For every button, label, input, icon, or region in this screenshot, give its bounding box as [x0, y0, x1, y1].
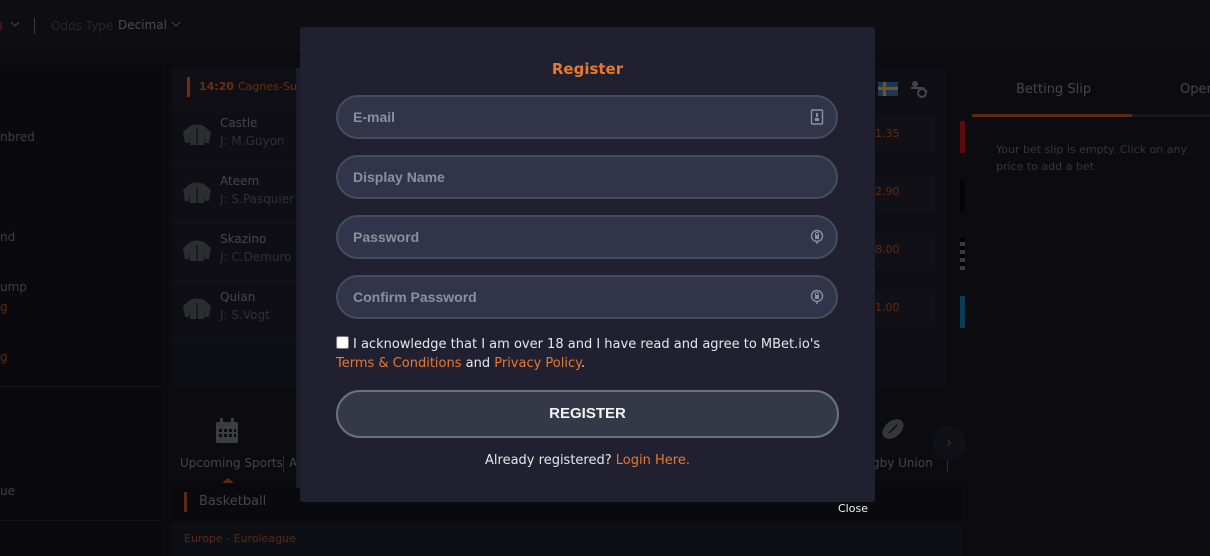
runner-jockey: J: M.Guyon: [220, 134, 285, 148]
tab-open-bets[interactable]: Open: [1180, 82, 1210, 97]
consent-text: I acknowledge that I am over 18 and I ha…: [353, 337, 821, 352]
language-flag-fragment: [0, 22, 2, 30]
league-row[interactable]: Europe - Euroleague: [172, 523, 962, 556]
active-tab-caret: [222, 478, 234, 483]
sidebar-item[interactable]: ump: [0, 280, 27, 294]
odds-value: 2.90: [875, 185, 900, 198]
odds-value: 1.00: [875, 301, 900, 314]
display-name-input[interactable]: [338, 157, 836, 197]
modal-title: Register: [551, 60, 624, 78]
topbar-divider: [34, 18, 35, 34]
jockey-icon: [909, 80, 931, 98]
runner-jockey: J: C.Demuro: [220, 250, 292, 264]
consent-period: .: [580, 356, 586, 371]
rugby-ball-icon: [882, 419, 904, 439]
close-button[interactable]: Close: [838, 502, 868, 515]
consent-checkbox[interactable]: [336, 336, 349, 349]
lock-icon[interactable]: [810, 229, 824, 245]
empty-slip-message: Your bet slip is empty. Click on any pri…: [996, 143, 1187, 173]
tab-upcoming-sports[interactable]: Upcoming Sports: [180, 456, 283, 470]
password-input[interactable]: [338, 217, 836, 257]
lock-icon[interactable]: [810, 289, 824, 305]
sidebar-divider: [0, 520, 162, 521]
tab-divider: [283, 456, 284, 472]
odds-value: 1.35: [875, 127, 900, 140]
race-card: 14:20 Cagnes-Sur- Castle J: M.Guyon Atee…: [172, 68, 305, 386]
tab-betting-slip[interactable]: Betting Slip: [1016, 82, 1091, 97]
id-card-icon: [810, 109, 824, 125]
runner-row: Ateem J: S.Pasquier: [172, 166, 302, 223]
race-venue[interactable]: Cagnes-Sur-: [238, 80, 305, 93]
privacy-policy-link[interactable]: Privacy Policy: [494, 356, 581, 371]
section-title: Basketball: [199, 494, 267, 509]
jockey-silk-icon: [183, 182, 211, 203]
already-registered-text: Already registered?: [485, 453, 612, 468]
runner-color-stripe: [960, 121, 965, 153]
sidebar-item-badge: g: [0, 350, 8, 364]
consent-and: and: [461, 356, 495, 371]
runner-color-stripe: [960, 238, 965, 270]
email-input[interactable]: [338, 97, 836, 137]
section-accent-bar: [184, 492, 187, 512]
sidebar-item[interactable]: ue: [0, 484, 15, 498]
register-button[interactable]: REGISTER: [336, 390, 839, 438]
runner-jockey: J: S.Vogt: [220, 308, 270, 322]
confirm-password-field[interactable]: [336, 275, 838, 319]
login-link[interactable]: Login Here.: [616, 453, 690, 468]
runner-row: Castle J: M.Guyon: [172, 108, 302, 165]
display-name-field[interactable]: [336, 155, 838, 199]
sidebar-item-badge: g: [0, 300, 8, 314]
betting-slip-panel: Betting Slip Open Your bet slip is empty…: [972, 66, 1210, 200]
confirm-password-input[interactable]: [338, 277, 836, 317]
sports-sidebar: nbred nd ump g g ue: [0, 66, 162, 556]
odds-type-label: Odds Type: [51, 19, 114, 33]
runner-jockey: J: S.Pasquier: [220, 192, 295, 206]
runner-name: Castle: [220, 116, 258, 130]
odds-button[interactable]: 1.35: [875, 118, 935, 152]
next-arrow-button[interactable]: ›: [932, 426, 966, 460]
runner-color-stripe: [960, 296, 965, 328]
sweden-flag-icon: [878, 82, 898, 96]
email-field[interactable]: [336, 95, 838, 139]
odds-button[interactable]: 2.90: [875, 176, 935, 210]
calendar-icon: [216, 418, 238, 443]
race-card-odds: 1.35 2.90 8.00 1.00: [875, 68, 947, 386]
odds-type-select[interactable]: Decimal: [118, 18, 167, 32]
age-terms-consent: I acknowledge that I am over 18 and I ha…: [336, 335, 836, 373]
odds-value: 8.00: [875, 243, 900, 256]
league-name: Europe - Euroleague: [184, 532, 296, 545]
odds-button[interactable]: 8.00: [875, 234, 935, 268]
race-footer: [172, 340, 302, 386]
register-modal: Register I acknowledge that I am over: [300, 27, 875, 502]
sidebar-item[interactable]: nd: [0, 230, 15, 244]
runner-row: Skazino J: C.Demuro: [172, 224, 302, 281]
runner-name: Ateem: [220, 174, 260, 188]
tab-rugby-union[interactable]: gby Union: [872, 456, 933, 470]
runner-name: Skazino: [220, 232, 267, 246]
race-time: 14:20: [199, 80, 235, 93]
jockey-silk-icon: [183, 298, 211, 319]
sidebar-item[interactable]: nbred: [0, 130, 35, 144]
runner-color-stripe: [960, 180, 965, 212]
chevron-down-icon[interactable]: [10, 18, 20, 28]
runner-name: Quian: [220, 290, 256, 304]
terms-link[interactable]: Terms & Conditions: [336, 356, 462, 371]
runner-row: Quian J: S.Vogt: [172, 282, 302, 339]
sidebar-divider: [0, 386, 162, 387]
chevron-down-icon[interactable]: [171, 18, 181, 31]
password-field[interactable]: [336, 215, 838, 259]
jockey-silk-icon: [183, 240, 211, 261]
already-registered-row: Already registered? Login Here.: [300, 453, 875, 468]
jockey-silk-icon: [183, 124, 211, 145]
active-tab-indicator: [972, 114, 1132, 117]
odds-button[interactable]: 1.00: [875, 292, 935, 326]
race-header: 14:20 Cagnes-Sur-: [172, 68, 305, 108]
race-accent-bar: [187, 77, 190, 97]
